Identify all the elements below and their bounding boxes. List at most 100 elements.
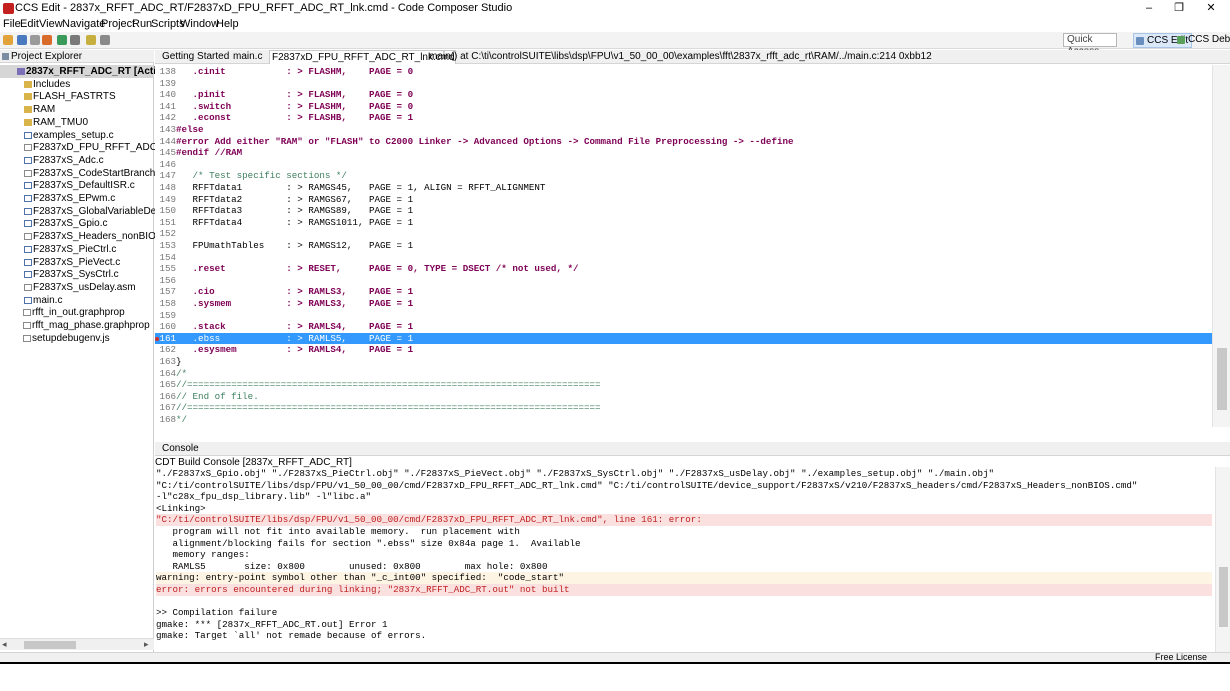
tree-item[interactable]: FLASH_FASTRTS [0,90,154,103]
tree-item[interactable]: F2837xS_Adc.c [0,154,154,167]
tab-getting-started[interactable]: Getting Started [160,50,229,64]
code-line[interactable]: 138 .cinit : > FLASHM, PAGE = 0 [155,66,1212,78]
code-text: .pinit : > FLASHM, PAGE = 0 [176,89,414,101]
tree-item[interactable]: F2837xS_PieVect.c [0,256,154,269]
editor-scrollbar[interactable] [1212,65,1230,427]
code-line[interactable]: 161 .ebss : > RAMLS5, PAGE = 1 [155,332,1212,345]
code-line[interactable]: 141 .switch : > FLASHM, PAGE = 0 [155,101,1212,113]
tree-item[interactable]: F2837xS_DefaultISR.c [0,179,154,192]
perspective-ccs-debug[interactable]: CCS Debug [1175,33,1230,48]
search-icon[interactable] [70,35,80,45]
quick-access-input[interactable]: Quick Access [1063,33,1117,57]
code-line[interactable]: 147 /* Test specific sections */ [155,170,1212,182]
tree-item[interactable]: rfft_in_out.graphprop [0,306,154,319]
code-line[interactable]: 167//===================================… [155,402,1212,414]
tree-item[interactable]: F2837xS_GlobalVariableDefs.c [0,205,172,218]
code-editor[interactable]: 138 .cinit : > FLASHM, PAGE = 0 139 140 .p… [155,65,1212,427]
tree-item[interactable]: F2837xS_SysCtrl.c [0,268,154,281]
tree-item[interactable]: F2837xS_EPwm.c [0,192,154,205]
tree-item[interactable]: F2837xS_PieCtrl.c [0,243,154,256]
menu-view[interactable]: View [39,18,63,30]
code-line[interactable]: 151 RFFTdata4 : > RAMGS1011, PAGE = 1 [155,217,1212,229]
code-line[interactable]: 166// End of file. [155,391,1212,403]
code-line[interactable]: 164/* [155,368,1212,380]
save-icon[interactable] [17,35,27,45]
tree-item[interactable]: F2837xS_usDelay.asm [0,281,154,294]
tree-item[interactable]: RAM [0,103,154,116]
code-line[interactable]: 156 [155,275,1212,287]
scroll-thumb[interactable] [1217,348,1227,410]
tree-item[interactable]: F2837xS_CodeStartBranch.asm [0,167,177,180]
tab-project-explorer[interactable]: Project Explorer [0,50,154,63]
code-line[interactable]: 140 .pinit : > FLASHM, PAGE = 0 [155,89,1212,101]
code-line[interactable]: 149 RFFTdata2 : > RAMGS67, PAGE = 1 [155,194,1212,206]
code-line[interactable]: 145 #endif //RAM [155,147,1212,159]
console-scrollbar[interactable] [1215,467,1230,652]
tree-item[interactable]: Includes [0,78,154,91]
minimize-button[interactable]: – [1134,0,1164,17]
code-text: RFFTdata2 : > RAMGS67, PAGE = 1 [176,193,414,205]
console-view: Console CDT Build Console [2837x_RFFT_AD… [155,442,1230,652]
code-line[interactable]: 155 .reset : > RESET, PAGE = 0, TYPE = D… [155,263,1212,275]
status-bar: Free License [0,652,1230,662]
tree-item[interactable]: F2837xD_FPU_RFFT_ADC_RT_lnk [0,141,194,154]
build-icon[interactable] [42,35,52,45]
tree-item[interactable]: main.c [0,294,154,307]
code-line[interactable]: 160 .stack : > RAMLS4, PAGE = 1 [155,321,1212,333]
print-icon[interactable] [30,35,40,45]
code-line[interactable]: 153 FPUmathTables : > RAMGS12, PAGE = 1 [155,240,1212,252]
new-icon[interactable] [3,35,13,45]
code-line[interactable]: 143 #else [155,124,1212,136]
scroll-thumb[interactable] [1219,567,1228,627]
code-line[interactable]: 152 [155,228,1212,240]
tree-item[interactable]: F2837xS_Gpio.c [0,217,154,230]
code-line[interactable]: 148 RFFTdata1 : > RAMGS45, PAGE = 1, ALI… [155,182,1212,194]
menu-run[interactable]: Run [132,18,152,30]
tree-item[interactable]: setupdebugenv.js [0,332,154,345]
menu-window[interactable]: Window [180,18,219,30]
tree-item[interactable]: 2837x_RFFT_ADC_RT [Active - [0,65,173,78]
close-button[interactable]: ✕ [1196,0,1226,17]
menu-help[interactable]: Help [216,18,239,30]
code-text: #endif //RAM [176,147,243,159]
c-file-icon [24,245,32,253]
project-explorer-scrollbar[interactable]: ◂ ▸ [0,638,154,650]
debug-icon[interactable] [57,35,67,45]
code-line[interactable]: 162 .esysmem : > RAMLS4, PAGE = 1 [155,344,1212,356]
menu-navigate[interactable]: Navigate [62,18,105,30]
file-icon [24,169,32,177]
code-line[interactable]: 159 [155,310,1212,322]
code-line[interactable]: 142 .econst : > FLASHB, PAGE = 1 [155,112,1212,124]
open-task-icon[interactable] [86,35,96,45]
menu-edit[interactable]: Edit [20,18,39,30]
menu-project[interactable]: Project [101,18,135,30]
tab-main-disassembly[interactable]: main() at C:\ti\controlSUITE\libs\dsp\FP… [427,50,932,64]
code-line[interactable]: 146 [155,159,1212,171]
code-line[interactable]: 154 [155,252,1212,264]
code-line[interactable]: 163} [155,356,1212,368]
license-status[interactable]: Free License [1155,652,1207,662]
tree-item[interactable]: RAM_TMU0 [0,116,154,129]
scroll-left-icon[interactable]: ◂ [2,639,7,650]
code-line[interactable]: 144 #error Add either "RAM" or "FLASH" to… [155,136,1212,148]
maximize-button[interactable]: ❐ [1164,0,1194,17]
code-line[interactable]: 158 .sysmem : > RAMLS3, PAGE = 1 [155,298,1212,310]
tree-item[interactable]: rfft_mag_phase.graphprop [0,319,154,332]
code-line[interactable]: 157 .cio : > RAMLS3, PAGE = 1 [155,286,1212,298]
scroll-thumb[interactable] [24,641,76,649]
tree-item[interactable]: examples_setup.c [0,129,154,142]
code-line[interactable]: 165//===================================… [155,379,1212,391]
tab-main-c[interactable]: main.c [231,50,262,64]
code-line[interactable]: 168 */ [155,414,1212,426]
project-explorer: Project Explorer 2837x_RFFT_ADC_RT [Acti… [0,50,194,652]
scroll-right-icon[interactable]: ▸ [144,639,149,650]
console-output[interactable]: "./F2837xS_Gpio.obj" "./F2837xS_PieCtrl.… [155,467,1212,652]
line-number: 168 [159,414,176,425]
tree-item[interactable]: F2837xS_Headers_nonBIOS.cmd [0,230,184,243]
menu-file[interactable]: File [3,18,21,30]
back-icon[interactable] [100,35,110,45]
code-line[interactable]: 150 RFFTdata3 : > RAMGS89, PAGE = 1 [155,205,1212,217]
tab-console[interactable]: Console [155,442,1230,456]
code-line[interactable]: 139 [155,78,1212,90]
editor-horizontal-scrollbar[interactable] [155,427,1212,439]
